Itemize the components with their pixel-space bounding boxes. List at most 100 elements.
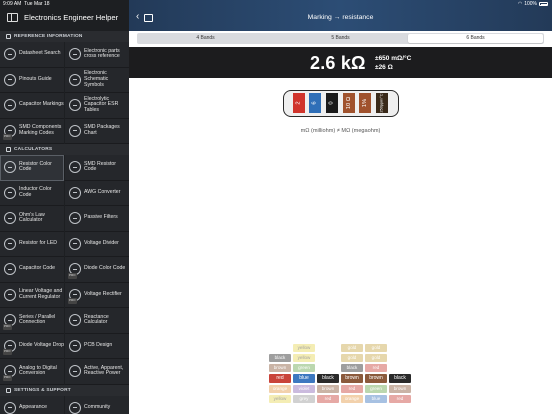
color-chip[interactable]: blue [365, 395, 387, 403]
sidebar-item[interactable]: Electronic Schematic Symbols [65, 67, 129, 93]
sidebar-item-label: Capacitor Markings [19, 101, 64, 108]
sidebar-item[interactable]: Pinouts Guide [0, 67, 64, 93]
sidebar-item[interactable]: Voltage Rectifier PRO [65, 282, 129, 308]
sidebar-item-label: Series / Parallel Connection [19, 313, 56, 326]
color-chip[interactable]: green [293, 364, 315, 372]
color-chip[interactable]: yellow [293, 354, 315, 362]
sidebar-item[interactable]: Voltage Divider [65, 231, 129, 257]
color-chip[interactable]: orange [269, 385, 291, 393]
divider-icon [69, 237, 81, 250]
sidebar-item[interactable]: Resistor Color Code [0, 155, 64, 181]
color-chip[interactable]: brown [317, 385, 339, 393]
regulator-icon [4, 288, 16, 301]
color-chip[interactable]: brown [389, 385, 411, 393]
datasheet-icon [4, 48, 16, 61]
status-time-date: 9:09 AM Tue Mar 18 [3, 1, 50, 7]
sidebar-item[interactable]: Linear Voltage and Current Regulator [0, 282, 64, 308]
sidebar-item[interactable]: Passive Filters [65, 206, 129, 232]
status-right: ◠ 100% [518, 1, 548, 7]
color-chip[interactable]: red [317, 395, 339, 403]
appearance-icon [4, 401, 16, 414]
color-chip[interactable]: brown [341, 374, 363, 383]
tab-5-bands[interactable]: 5 Bands [273, 34, 408, 43]
sidebar-item[interactable]: SMD Components Marking Codes PRO [0, 118, 64, 144]
color-chip[interactable]: grey [293, 395, 315, 403]
settings-grid: Appearance Community [0, 395, 129, 414]
color-chip[interactable]: red [269, 374, 291, 383]
sidebar-item[interactable]: Datasheet Search [0, 42, 64, 68]
color-chip[interactable]: violet [293, 385, 315, 393]
sidebar-item-label: SMD Packages Chart [84, 124, 120, 136]
reference-grid: Datasheet Search Electronic parts cross r… [0, 42, 129, 144]
battery-icon [539, 2, 548, 6]
sidebar-item[interactable]: Appearance [0, 395, 64, 414]
color-chip[interactable]: yellow [269, 395, 291, 403]
sidebar: Electronics Engineer Helper REFERENCE IN… [0, 0, 129, 414]
color-chip[interactable]: black [341, 364, 363, 372]
sidebar-item-label: Diode Color Code [84, 265, 126, 272]
sidebar-item[interactable]: Electronic parts cross reference [65, 42, 129, 68]
color-chip[interactable]: red [341, 385, 363, 393]
sidebar-item[interactable]: Inductor Color Code [0, 180, 64, 206]
color-chip[interactable]: black [389, 374, 411, 383]
inductor-icon [4, 186, 16, 199]
color-chip[interactable]: black [317, 374, 339, 383]
sidebar-toggle-icon[interactable] [7, 13, 18, 22]
sidebar-item[interactable]: PCB Design [65, 333, 129, 359]
sidebar-item[interactable]: Analog to Digital Conversion PRO [0, 359, 64, 385]
resistor-band[interactable]: 250ppm/°C [376, 93, 388, 113]
unit-note: mΩ (milliohm) ≠ MΩ (megaohm) [300, 128, 381, 134]
community-icon [69, 401, 81, 414]
calculator-icon [6, 147, 11, 152]
section-reference: REFERENCE INFORMATION [0, 31, 129, 42]
sidebar-item[interactable]: Series / Parallel Connection PRO [0, 308, 64, 334]
sidebar-item[interactable]: Capacitor Code [0, 257, 64, 283]
power-icon [69, 365, 81, 378]
sidebar-item-label: Analog to Digital Conversion [19, 364, 57, 377]
resistor-band[interactable]: 0 [326, 93, 338, 113]
color-chip[interactable]: gold [341, 344, 363, 352]
section-calculators: CALCULATORS [0, 144, 129, 155]
sidebar-item[interactable]: Active, Apparent, Reactive Power [65, 359, 129, 385]
resistor-band[interactable]: 6 [309, 93, 321, 113]
package-icon [69, 124, 81, 137]
color-chip[interactable]: gold [365, 344, 387, 352]
sidebar-item[interactable]: Capacitor Markings [0, 93, 64, 119]
sidebar-item[interactable]: SMD Resistor Code [65, 155, 129, 181]
resistor-band[interactable]: 2 [293, 93, 305, 113]
sidebar-item-label: Electrolytic Capacitor ESR Tables [84, 95, 119, 114]
sidebar-item[interactable]: Resistor for LED [0, 231, 64, 257]
resistor-band-label: 1% [361, 98, 368, 108]
sidebar-item[interactable]: Reactance Calculator [65, 308, 129, 334]
sidebar-item[interactable]: Diode Voltage Drop PRO [0, 333, 64, 359]
resistor-band[interactable]: 10 Ω [343, 93, 355, 113]
esr-icon [69, 99, 81, 112]
color-chip[interactable]: brown [269, 364, 291, 372]
color-chip[interactable]: red [389, 395, 411, 403]
sidebar-item[interactable]: Diode Color Code PRO [65, 257, 129, 283]
sidebar-item-label: AWG Converter [84, 188, 121, 195]
reactance-icon [69, 314, 81, 327]
resistor-icon [4, 161, 16, 174]
gear-icon [6, 387, 11, 393]
sidebar-item-label: Passive Filters [84, 214, 118, 221]
color-chip[interactable]: blue [293, 374, 315, 383]
led-icon [4, 237, 16, 250]
color-chip[interactable]: black [269, 354, 291, 362]
sidebar-item[interactable]: AWG Converter [65, 180, 129, 206]
sidebar-item[interactable]: Community [65, 395, 129, 414]
color-chip[interactable]: gold [341, 354, 363, 362]
color-chip[interactable]: brown [365, 374, 387, 383]
sidebar-item[interactable]: SMD Packages Chart [65, 118, 129, 144]
color-chip[interactable]: gold [365, 354, 387, 362]
color-chip[interactable]: green [365, 385, 387, 393]
pro-badge: PRO [3, 349, 12, 355]
sidebar-item[interactable]: Electrolytic Capacitor ESR Tables [65, 93, 129, 119]
color-chip[interactable]: orange [341, 395, 363, 403]
color-chip[interactable]: red [365, 364, 387, 372]
tab-6-bands[interactable]: 6 Bands [408, 34, 543, 43]
resistor-band[interactable]: 1% [359, 93, 371, 113]
tab-4-bands[interactable]: 4 Bands [138, 34, 273, 43]
color-chip[interactable]: yellow [293, 344, 315, 352]
sidebar-item[interactable]: Ohm's Law Calculator [0, 206, 64, 232]
